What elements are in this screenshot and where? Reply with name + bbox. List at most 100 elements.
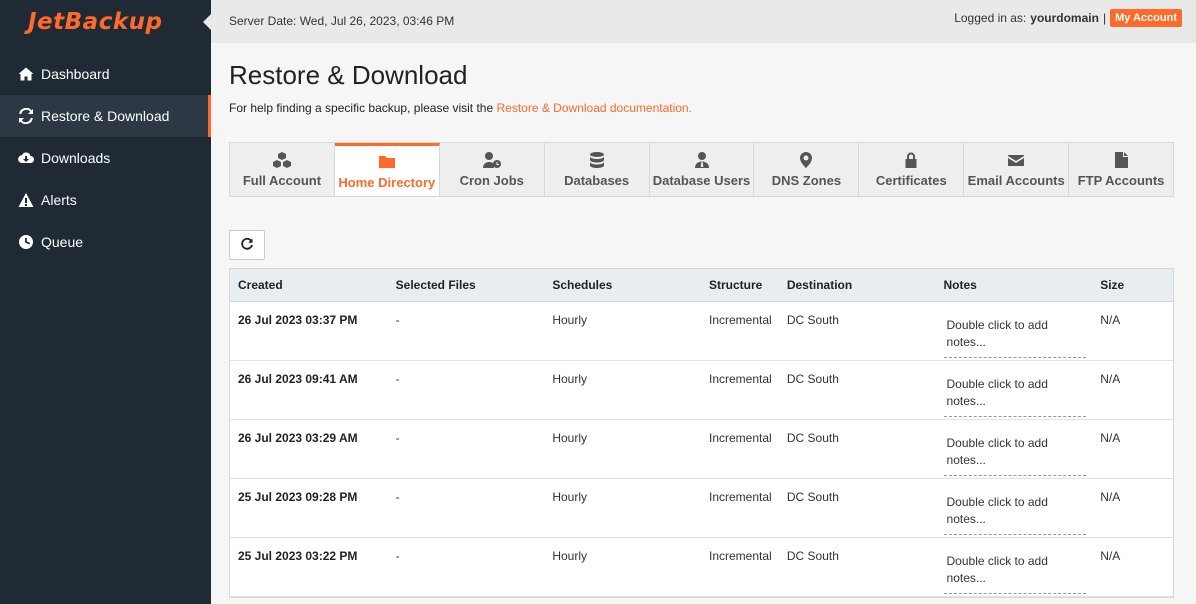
warning-icon	[18, 192, 34, 208]
cell-schedules: Hourly	[552, 313, 588, 327]
main-content: Restore & Download For help finding a sp…	[229, 43, 1174, 598]
sidebar: JetBackup Dashboard Restore & Download D…	[0, 0, 211, 604]
header-notes[interactable]: Notes	[936, 278, 1093, 292]
refresh-icon	[18, 108, 34, 124]
cell-notes: Double click to add notes...	[936, 420, 1093, 478]
cell-schedules: Hourly	[552, 549, 588, 563]
map-marker-icon	[797, 151, 815, 169]
tab-label: Email Accounts	[967, 173, 1065, 188]
home-icon	[18, 66, 34, 82]
sidebar-item-label: Downloads	[41, 150, 111, 166]
server-date: Server Date: Wed, Jul 26, 2023, 03:46 PM	[229, 14, 455, 28]
database-icon	[588, 151, 606, 169]
help-text: For help finding a specific backup, plea…	[229, 101, 1174, 115]
tab-dns-zones[interactable]: DNS Zones	[754, 143, 860, 196]
header-created[interactable]: Created	[230, 278, 388, 292]
cell-selected-files: -	[395, 490, 400, 504]
cell-notes: Double click to add notes...	[936, 302, 1093, 360]
cell-schedules: Hourly	[552, 431, 588, 445]
cell-destination: DC South	[786, 431, 839, 445]
tab-cron-jobs[interactable]: Cron Jobs	[440, 143, 545, 196]
cell-schedules: Hourly	[552, 372, 588, 386]
sidebar-item-queue[interactable]: Queue	[0, 221, 211, 263]
tab-label: Cron Jobs	[459, 173, 524, 188]
header-destination[interactable]: Destination	[779, 278, 936, 292]
file-icon	[1112, 151, 1130, 169]
user-clock-icon	[482, 151, 501, 169]
logo[interactable]: JetBackup	[0, 0, 211, 43]
tab-label: DNS Zones	[771, 173, 842, 188]
tab-label: FTP Accounts	[1077, 173, 1165, 188]
sidebar-nav: Dashboard Restore & Download Downloads A…	[0, 53, 211, 263]
tab-full-account[interactable]: Full Account	[230, 143, 335, 196]
cell-structure: Incremental	[709, 431, 772, 445]
table-row[interactable]: 26 Jul 2023 09:41 AM - Hourly Incrementa…	[230, 361, 1173, 420]
table-row[interactable]: 25 Jul 2023 09:28 PM - Hourly Incrementa…	[230, 479, 1173, 538]
envelope-icon	[1007, 151, 1025, 169]
tab-label: Databases	[564, 173, 630, 188]
cell-notes: Double click to add notes...	[936, 538, 1093, 596]
cell-destination: DC South	[786, 313, 839, 327]
tab-label: Home Directory	[338, 174, 436, 190]
tab-home-directory[interactable]: Home Directory	[334, 143, 440, 196]
tab-email-accounts[interactable]: Email Accounts	[964, 143, 1070, 196]
documentation-link[interactable]: Restore & Download documentation.	[496, 101, 691, 115]
backups-table: Created Selected Files Schedules Structu…	[229, 268, 1174, 598]
tab-certificates[interactable]: Certificates	[859, 143, 965, 196]
cell-selected-files: -	[395, 549, 400, 563]
tab-databases[interactable]: Databases	[545, 143, 650, 196]
header-structure[interactable]: Structure	[701, 278, 779, 292]
topbar: Server Date: Wed, Jul 26, 2023, 03:46 PM…	[211, 0, 1196, 43]
cell-size: N/A	[1100, 431, 1121, 445]
cell-selected-files: -	[395, 431, 400, 445]
cell-created: 25 Jul 2023 09:28 PM	[238, 490, 358, 504]
header-schedules[interactable]: Schedules	[544, 278, 701, 292]
tab-database-users[interactable]: Database Users	[650, 143, 755, 196]
user-tie-icon	[693, 151, 711, 169]
cell-destination: DC South	[786, 490, 839, 504]
table-row[interactable]: 26 Jul 2023 03:37 PM - Hourly Incrementa…	[230, 302, 1173, 361]
sidebar-collapse-icon[interactable]	[203, 14, 211, 30]
refresh-button[interactable]	[229, 230, 265, 260]
folder-icon	[378, 153, 396, 171]
sidebar-item-dashboard[interactable]: Dashboard	[0, 53, 211, 95]
cell-size: N/A	[1100, 313, 1121, 327]
username: yourdomain	[1030, 11, 1099, 25]
notes-editable[interactable]: Double click to add notes...	[943, 435, 1086, 476]
notes-editable[interactable]: Double click to add notes...	[943, 553, 1086, 594]
sidebar-item-alerts[interactable]: Alerts	[0, 179, 211, 221]
cell-structure: Incremental	[709, 549, 772, 563]
tab-ftp-accounts[interactable]: FTP Accounts	[1069, 143, 1173, 196]
cell-structure: Incremental	[709, 372, 772, 386]
clock-icon	[18, 234, 34, 250]
cell-created: 26 Jul 2023 09:41 AM	[238, 372, 358, 386]
cell-notes: Double click to add notes...	[936, 361, 1093, 419]
sidebar-item-label: Alerts	[41, 192, 77, 208]
page-title: Restore & Download	[229, 60, 468, 90]
cell-created: 26 Jul 2023 03:29 AM	[238, 431, 358, 445]
notes-editable[interactable]: Double click to add notes...	[943, 317, 1086, 358]
table-row[interactable]: 25 Jul 2023 03:22 PM - Hourly Incrementa…	[230, 538, 1173, 597]
table-row[interactable]: 26 Jul 2023 03:29 AM - Hourly Incrementa…	[230, 420, 1173, 479]
header-size[interactable]: Size	[1092, 278, 1173, 292]
header-selected-files[interactable]: Selected Files	[388, 278, 545, 292]
sidebar-item-downloads[interactable]: Downloads	[0, 137, 211, 179]
cell-structure: Incremental	[709, 313, 772, 327]
notes-editable[interactable]: Double click to add notes...	[943, 376, 1086, 417]
sidebar-item-label: Queue	[41, 234, 84, 250]
table-header: Created Selected Files Schedules Structu…	[230, 269, 1173, 302]
cell-created: 26 Jul 2023 03:37 PM	[238, 313, 358, 327]
backup-type-tabs: Full Account Home Directory Cron Jobs Da…	[229, 142, 1174, 197]
tab-label: Certificates	[875, 173, 947, 188]
sidebar-item-label: Dashboard	[41, 66, 110, 82]
cell-selected-files: -	[395, 372, 400, 386]
cell-notes: Double click to add notes...	[936, 479, 1093, 537]
tab-label: Full Account	[242, 173, 322, 188]
refresh-icon	[241, 238, 253, 250]
cell-destination: DC South	[786, 372, 839, 386]
sidebar-item-label: Restore & Download	[41, 108, 170, 124]
notes-editable[interactable]: Double click to add notes...	[943, 494, 1086, 535]
cell-created: 25 Jul 2023 03:22 PM	[238, 549, 358, 563]
sidebar-item-restore-download[interactable]: Restore & Download	[0, 95, 211, 137]
my-account-button[interactable]: My Account	[1110, 9, 1182, 27]
